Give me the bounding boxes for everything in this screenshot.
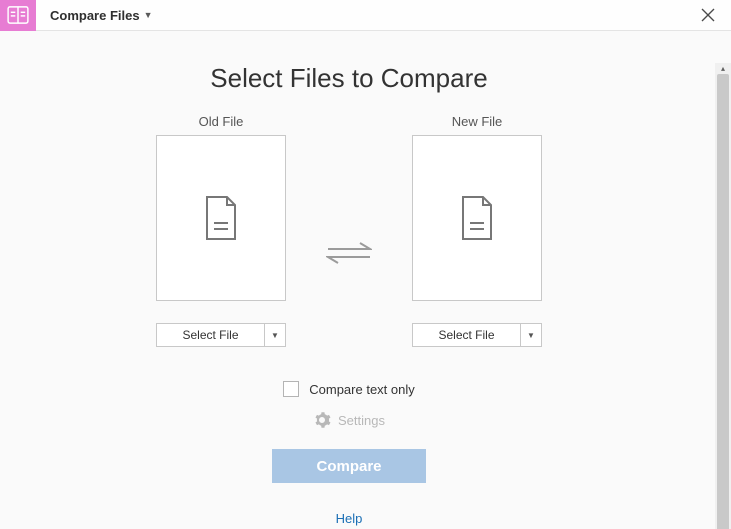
scrollbar-thumb[interactable] [717,74,729,529]
new-select-file-button[interactable]: Select File [413,324,521,346]
old-file-label: Old File [199,114,244,129]
app-icon [0,0,36,31]
vertical-scrollbar[interactable]: ▴ ▾ [715,63,731,529]
new-select-file-dropdown[interactable]: ▼ [521,324,541,346]
scroll-up-button[interactable]: ▴ [715,63,731,74]
content: Select Files to Compare Old File Select … [0,63,714,526]
file-icon [203,195,239,241]
close-button[interactable] [685,0,731,31]
compare-button-label: Compare [316,458,381,475]
old-select-file-button[interactable]: Select File [157,324,265,346]
file-panels: Old File Select File ▼ [0,114,698,347]
settings-button[interactable]: Settings [313,411,385,429]
compare-files-menu[interactable]: Compare Files ▼ [36,8,167,23]
caret-down-icon: ▼ [527,331,535,340]
help-link-label: Help [336,511,363,526]
options: Compare text only Settings Compare Help [0,381,698,526]
new-select-file: Select File ▼ [412,323,542,347]
titlebar: Compare Files ▼ [0,0,731,31]
compare-text-only-checkbox[interactable]: Compare text only [283,381,415,397]
checkbox-box [283,381,299,397]
old-select-file-dropdown[interactable]: ▼ [265,324,285,346]
help-link[interactable]: Help [336,511,363,526]
file-icon [459,195,495,241]
compare-button[interactable]: Compare [272,449,426,483]
checkbox-label: Compare text only [309,382,415,397]
new-file-panel: New File Select File ▼ [412,114,542,347]
page-title: Select Files to Compare [0,63,698,94]
menu-label: Compare Files [50,8,140,23]
old-file-dropzone[interactable] [156,135,286,301]
new-file-dropzone[interactable] [412,135,542,301]
old-file-panel: Old File Select File ▼ [156,114,286,347]
settings-label: Settings [338,413,385,428]
gear-icon [313,411,331,429]
old-select-file: Select File ▼ [156,323,286,347]
new-file-label: New File [452,114,503,129]
body-area: Select Files to Compare Old File Select … [0,63,731,529]
swap-icon [326,240,372,271]
caret-down-icon: ▼ [144,10,153,20]
select-file-label: Select File [182,328,238,342]
select-file-label: Select File [438,328,494,342]
close-icon [701,8,715,22]
caret-down-icon: ▼ [271,331,279,340]
